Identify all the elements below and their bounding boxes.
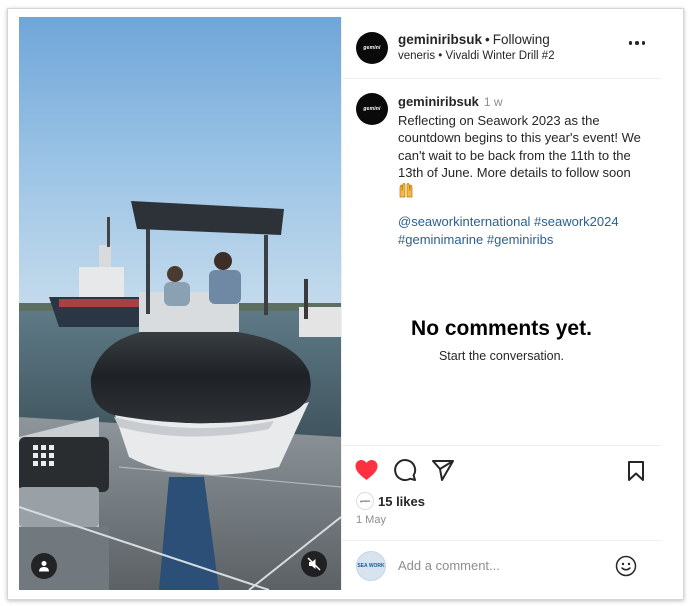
more-icon-dot [635,41,639,45]
caption-body: Reflecting on Seawork 2023 as the countd… [398,112,641,181]
raised-hands-emoji-icon [399,182,413,197]
caption-timestamp[interactable]: 1 w [484,95,503,109]
more-icon-dot [641,41,645,45]
user-tag-icon [39,561,49,572]
comment-icon[interactable] [393,458,417,482]
following-button[interactable]: Following [493,32,550,47]
current-user-logo: SEA WORK [357,562,385,569]
empty-comments: No comments yet. Start the conversation. [342,317,661,363]
author-avatar[interactable]: gemini [356,31,388,64]
liker-avatar: gemini [356,492,374,510]
muted-speaker-icon [307,557,321,571]
separator-dot: • [485,31,490,47]
liker-logo: gemini [360,499,370,503]
caption-author-avatar[interactable]: gemini [356,93,388,125]
more-icon [628,41,632,45]
heart-icon[interactable] [354,459,379,481]
emoji-icon[interactable] [615,555,637,577]
video-frame-image [19,17,341,590]
send-icon[interactable] [431,459,455,481]
post-modal: gemini geminiribsuk • Following veneris • … [7,8,684,600]
user-tags-button[interactable] [31,553,57,579]
post-header: gemini geminiribsuk • Following veneris • … [342,17,661,79]
hashtag-line-1[interactable]: @seaworkinternational #seawork2024 [398,213,647,231]
post-details-panel: gemini geminiribsuk • Following veneris • … [341,17,661,590]
mute-button[interactable] [301,551,327,577]
author-logo: gemini [363,44,381,51]
action-buttons [354,458,455,482]
empty-comments-subtitle: Start the conversation. [438,349,565,363]
caption: gemini geminiribsuk 1 w Reflecting on Sea… [342,79,661,248]
header-text: geminiribsuk • Following veneris • Vivaldi… [398,31,555,65]
post-media-video[interactable] [19,17,341,590]
comment-input[interactable] [398,558,608,573]
author-logo: gemini [363,106,381,112]
audio-attribution[interactable]: veneris • Vivaldi Winter Drill #2 [398,48,555,65]
caption-username[interactable]: geminiribsuk [398,94,479,109]
caption-hashtags: @seaworkinternational #seawork2024 #gemi… [398,213,647,248]
audio-artist: veneris [398,49,436,62]
likes-row[interactable]: gemini 15 likes [356,492,425,510]
separator-dot: • [438,49,443,62]
audio-title: Vivaldi Winter Drill #2 [445,49,555,62]
comment-bar: SEA WORK [342,540,661,590]
more-options-button[interactable] [628,41,645,45]
post-actions: gemini 15 likes 1 May [342,445,661,540]
current-user-avatar: SEA WORK [356,550,386,581]
likes-count[interactable]: 15 likes [378,494,425,509]
author-username[interactable]: geminiribsuk [398,32,482,47]
caption-text: Reflecting on Seawork 2023 as the countd… [398,112,647,200]
caption-content: geminiribsuk 1 w Reflecting on Seawork 20… [398,93,647,248]
post-date[interactable]: 1 May [356,514,386,526]
bookmark-icon[interactable] [627,460,645,482]
header-author-line: geminiribsuk • Following [398,31,555,48]
hashtag-line-2[interactable]: #geminimarine #geminiribs [398,231,647,249]
empty-comments-title: No comments yet. [411,317,592,340]
